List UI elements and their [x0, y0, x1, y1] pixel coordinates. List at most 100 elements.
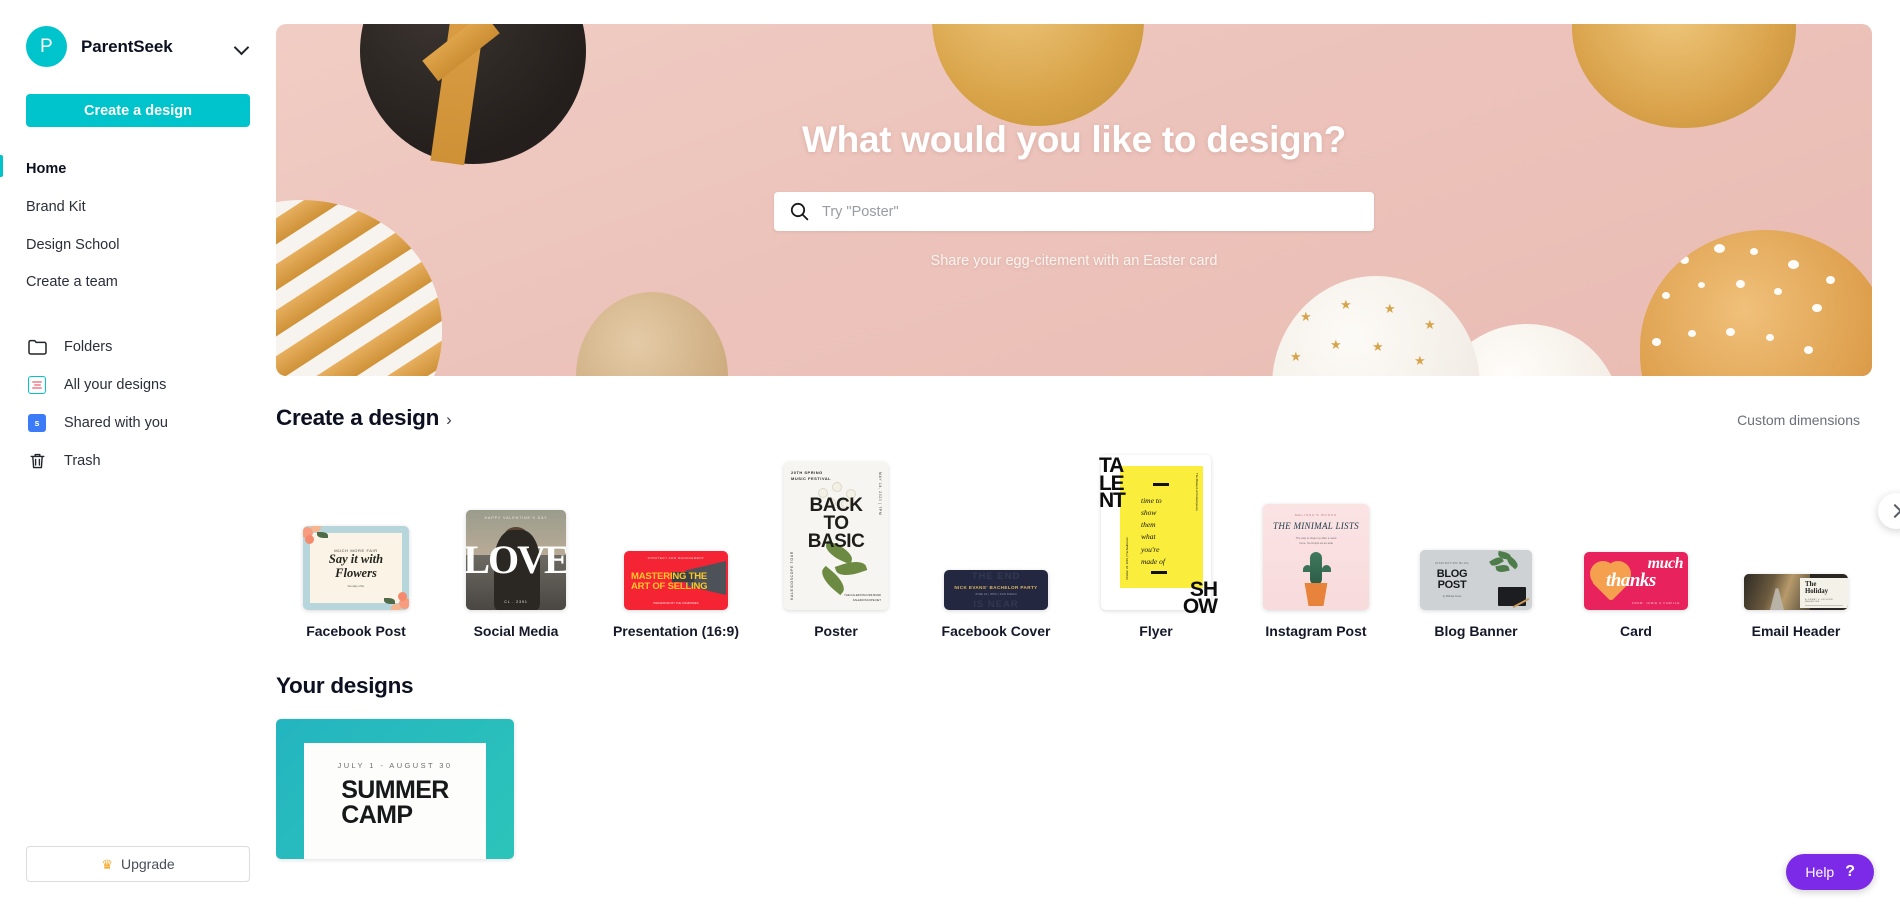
- template-thumbnail: MELISSA'S BOOKS THE MINIMAL LISTS The wa…: [1263, 504, 1369, 610]
- main-content: ★ ★ ★ ★ ★ ★ ★ ★ ★ ★ ★ ★ ★ ★ ★: [276, 0, 1900, 910]
- help-button[interactable]: Help ?: [1786, 854, 1874, 890]
- template-thumbnail: HAPPY VALENTINE'S DAY LOVE CL . 2391: [466, 510, 566, 610]
- create-a-design-button[interactable]: Create a design: [26, 94, 250, 127]
- thumb-middle: time to show them what you're made of: [1141, 496, 1165, 566]
- plant-decoration-icon: [1489, 550, 1520, 577]
- thumb-from: FROM: JAMIE & CAMILLE: [1632, 602, 1680, 605]
- chevron-right-icon[interactable]: ›: [446, 411, 452, 428]
- thumb-kicker: STRATEGY AND MANAGEMENT: [647, 556, 705, 560]
- search-bar[interactable]: [774, 192, 1374, 231]
- thumb-word1: TA LE NT: [1099, 454, 1126, 513]
- sidebar: P ParentSeek Create a design Home Brand …: [0, 0, 276, 910]
- upgrade-label: Upgrade: [120, 856, 175, 872]
- thumb-main: NICK EVANS' BACHELOR PARTY: [954, 585, 1038, 590]
- flower-decoration-icon: [383, 587, 409, 610]
- sidebar-item-design-school[interactable]: Design School: [0, 227, 276, 265]
- template-card-email-header[interactable]: The Holiday A GREAT & LEISURE MAGAZINE Em…: [1716, 449, 1876, 639]
- hero-banner: ★ ★ ★ ★ ★ ★ ★ ★ ★ ★ ★ ★ ★ ★ ★: [276, 24, 1872, 376]
- thumb-big-text: BACK TO BASIC: [807, 495, 865, 553]
- template-thumbnail: 20TH SPRING MUSIC FESTIVAL MAY 18, 2020 |…: [784, 462, 888, 610]
- trash-icon: [26, 450, 48, 472]
- shared-icon: s: [26, 412, 48, 434]
- template-card-card[interactable]: much thanks FROM: JAMIE & CAMILLE Card: [1556, 449, 1716, 639]
- carousel-next-button[interactable]: [1878, 493, 1900, 529]
- design-kicker: JULY 1 - AUGUST 30: [337, 761, 453, 770]
- template-card-facebook-post[interactable]: MUCH MORE FAIR Say it with Flowers Sunday…: [276, 449, 436, 639]
- hero-content: What would you like to design? Share you…: [276, 24, 1872, 376]
- template-thumbnail: TA LE NT time to show them what you're made of …: [1099, 454, 1218, 617]
- custom-dimensions-link[interactable]: Custom dimensions: [1737, 412, 1860, 428]
- thumb-right-vertical: The Museum of Contemporary: [1195, 473, 1199, 511]
- thumb-left-vertical: KALEIDOSCOPE TOUR: [790, 551, 794, 600]
- template-card-facebook-cover[interactable]: THE END NICK EVANS' BACHELOR PARTY JUNE …: [916, 449, 1076, 639]
- template-card-label: Email Header: [1751, 623, 1841, 639]
- thumb-word: LOVE: [466, 537, 566, 583]
- sidebar-item-create-a-team[interactable]: Create a team: [0, 264, 276, 302]
- template-card-label: Facebook Cover: [941, 623, 1051, 639]
- page-title: Create a design: [276, 405, 440, 430]
- thumb-title: The Holiday: [1805, 581, 1829, 595]
- thumb-sub: by Michael Jones: [1442, 595, 1462, 598]
- thumb-title-line2: Flowers: [335, 565, 377, 580]
- design-item-summer-camp[interactable]: JULY 1 - AUGUST 30 SUMMER CAMP: [276, 719, 514, 859]
- template-thumbnail: STRATEGY AND MANAGEMENT MASTERING THE ART…: [624, 551, 728, 610]
- sidebar-item-folders[interactable]: Folders: [0, 328, 276, 366]
- thumb-title-line1: Say it with: [328, 552, 384, 566]
- your-designs-section-header: Your designs: [276, 673, 1900, 699]
- template-card-label: Flyer: [1139, 623, 1173, 639]
- crown-icon: ♛: [101, 856, 113, 872]
- thumb-line2: ART OF SELLING: [631, 581, 708, 593]
- hero-subtitle[interactable]: Share your egg-citement with an Easter c…: [931, 253, 1218, 269]
- help-label: Help: [1805, 864, 1835, 880]
- thumb-footer: PRESENTED BY THE COMPANIES: [653, 600, 699, 605]
- sidebar-item-label: All your designs: [64, 377, 167, 393]
- template-thumbnail: much thanks FROM: JAMIE & CAMILLE: [1584, 552, 1688, 610]
- template-card-label: Presentation (16:9): [612, 623, 740, 639]
- search-input[interactable]: [822, 203, 1358, 220]
- thumb-title: THE MINIMAL LISTS: [1273, 521, 1359, 531]
- template-card-label: Social Media: [473, 623, 559, 639]
- thumb-sub: CL . 2391: [504, 600, 528, 604]
- folder-icon: [26, 336, 48, 358]
- sidebar-item-all-your-designs[interactable]: All your designs: [0, 366, 276, 404]
- template-card-label: Card: [1620, 623, 1652, 639]
- sidebar-item-shared-with-you[interactable]: s Shared with you: [0, 404, 276, 442]
- thumb-left-vertical: October 23, 2019 | The Auditorium: [1125, 537, 1129, 580]
- create-design-section-header: Create a design › Custom dimensions: [276, 405, 1900, 431]
- brand-name: ParentSeek: [81, 36, 173, 56]
- template-card-presentation[interactable]: STRATEGY AND MANAGEMENT MASTERING THE ART…: [596, 449, 756, 639]
- sidebar-item-label: Folders: [64, 339, 113, 355]
- template-thumbnail: MUCH MORE FAIR Say it with Flowers Sunday…: [303, 526, 409, 610]
- thumb-sub: The way to clean up after a need more. So…: [1295, 536, 1337, 545]
- sidebar-item-home[interactable]: Home: [0, 151, 276, 189]
- question-mark-icon: ?: [1845, 863, 1855, 880]
- template-card-instagram-post[interactable]: MELISSA'S BOOKS THE MINIMAL LISTS The wa…: [1236, 449, 1396, 639]
- template-card-label: Poster: [814, 623, 858, 639]
- avatar: P: [26, 26, 67, 67]
- designs-icon: [26, 374, 48, 396]
- brand-row[interactable]: P ParentSeek: [0, 0, 276, 67]
- thumb-line2: POST: [1437, 578, 1467, 591]
- sidebar-item-brand-kit[interactable]: Brand Kit: [0, 189, 276, 227]
- thumb-sub: A GREAT & LEISURE MAGAZINE: [1805, 598, 1834, 603]
- chevron-down-icon[interactable]: [234, 39, 250, 55]
- template-thumbnail: INSPIRATION BLOG BLOG POST by Michael Jon…: [1420, 550, 1532, 610]
- sidebar-item-trash[interactable]: Trash: [0, 442, 276, 480]
- template-card-flyer[interactable]: TA LE NT time to show them what you're made of …: [1076, 449, 1236, 639]
- thumb-kicker: INSPIRATION BLOG: [1435, 562, 1469, 565]
- template-thumbnail: THE END NICK EVANS' BACHELOR PARTY JUNE …: [944, 570, 1048, 610]
- thumb-kicker: MELISSA'S BOOKS: [1294, 513, 1338, 517]
- thumb-ghost-bottom: IS NEAR: [973, 599, 1019, 610]
- upgrade-button[interactable]: ♛ Upgrade: [26, 846, 250, 882]
- flower-decoration-icon: [303, 526, 329, 549]
- template-thumbnail: The Holiday A GREAT & LEISURE MAGAZINE: [1744, 574, 1848, 610]
- sidebar-item-label: Trash: [64, 453, 101, 469]
- search-icon: [790, 202, 809, 221]
- thumb-word2: SH OW: [1182, 577, 1218, 619]
- your-designs-row: JULY 1 - AUGUST 30 SUMMER CAMP: [276, 719, 1900, 859]
- template-card-poster[interactable]: 20TH SPRING MUSIC FESTIVAL MAY 18, 2020 |…: [756, 449, 916, 639]
- template-card-social-media[interactable]: HAPPY VALENTINE'S DAY LOVE CL . 2391 Soc…: [436, 449, 596, 639]
- shared-badge: s: [28, 414, 46, 432]
- template-card-blog-banner[interactable]: INSPIRATION BLOG BLOG POST by Michael Jon…: [1396, 449, 1556, 639]
